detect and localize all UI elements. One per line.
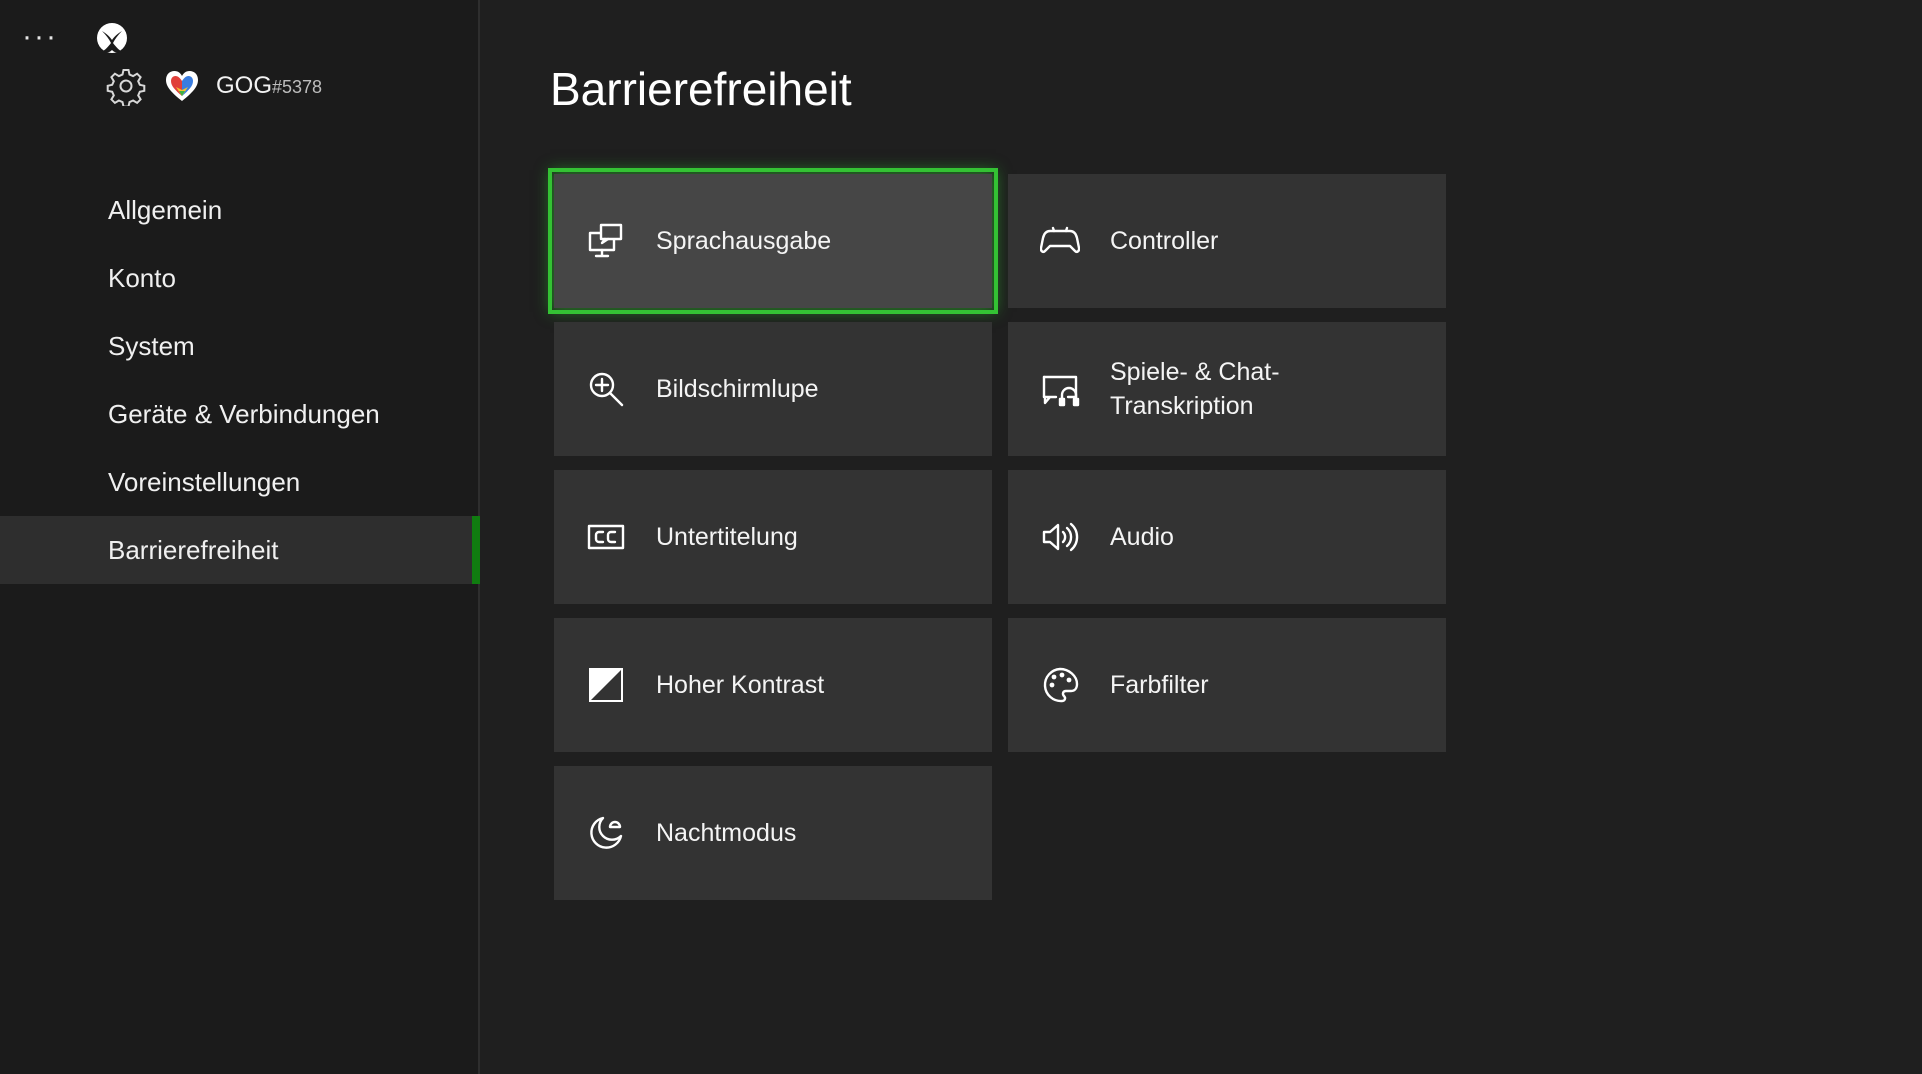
gamertag[interactable]: GOG#5378 [216, 72, 322, 100]
tile-label: Untertitelung [656, 523, 798, 551]
magnifier-icon [589, 372, 624, 407]
speaker-icon [1042, 522, 1079, 552]
sidebar-item-geraete-verbindungen[interactable]: Geräte & Verbindungen [0, 380, 478, 448]
high-contrast-icon [589, 668, 623, 702]
sidebar-item-voreinstellungen[interactable]: Voreinstellungen [0, 448, 478, 516]
tile-label: Audio [1110, 523, 1174, 551]
sidebar-item-label: Barrierefreiheit [108, 534, 279, 565]
xbox-logo-icon[interactable] [96, 22, 128, 54]
tile-audio[interactable]: Audio [1008, 470, 1446, 604]
tile-label: Spiele- & Chat- Transkription [1110, 358, 1280, 420]
tile-label: Nachtmodus [656, 819, 797, 847]
sidebar-item-label: Konto [108, 262, 176, 293]
chat-transcription-icon [1042, 375, 1080, 407]
sidebar-item-label: Allgemein [108, 194, 223, 225]
gamertag-name: GOG [216, 72, 273, 99]
settings-app: ··· GOG#5378 Allgemein Konto System Gerä… [0, 0, 1922, 1074]
sidebar-item-allgemein[interactable]: Allgemein [0, 176, 478, 244]
sidebar: ··· GOG#5378 Allgemein Konto System Gerä… [0, 0, 480, 1074]
settings-gear-icon [106, 69, 146, 106]
profile-row: GOG#5378 [106, 64, 322, 108]
page-title: Barrierefreiheit [550, 63, 852, 115]
accessibility-tile-grid: Sprachausgabe Controller Bildschirmlupe [548, 168, 1446, 900]
sidebar-item-konto[interactable]: Konto [0, 244, 478, 312]
main-content: Barrierefreiheit Sprachausgabe Controlle… [480, 0, 1922, 1074]
tile-spiele-chat-transkription[interactable]: Spiele- & Chat- Transkription [1008, 322, 1446, 456]
tile-label: Bildschirmlupe [656, 375, 819, 403]
tile-sprachausgabe[interactable]: Sprachausgabe [548, 168, 998, 314]
tile-farbfilter[interactable]: Farbfilter [1008, 618, 1446, 752]
tile-label: Farbfilter [1110, 671, 1209, 699]
controller-icon [1040, 226, 1080, 253]
tile-untertitelung[interactable]: Untertitelung [554, 470, 992, 604]
night-mode-icon [590, 816, 623, 849]
more-options-button[interactable]: ··· [22, 22, 58, 52]
tile-label: Sprachausgabe [656, 227, 832, 255]
sidebar-item-label: System [108, 330, 195, 361]
sidebar-item-barrierefreiheit[interactable]: Barrierefreiheit [0, 516, 480, 584]
tile-controller[interactable]: Controller [1008, 174, 1446, 308]
color-palette-icon [1043, 667, 1079, 703]
narrator-icon [588, 223, 623, 258]
avatar-heart-icon [166, 71, 198, 101]
sidebar-item-label: Geräte & Verbindungen [108, 398, 380, 429]
sidebar-nav: Allgemein Konto System Geräte & Verbindu… [0, 176, 480, 584]
sidebar-item-label: Voreinstellungen [108, 466, 301, 497]
tile-bildschirmlupe[interactable]: Bildschirmlupe [554, 322, 992, 456]
tile-label: Controller [1110, 227, 1219, 255]
tile-hoher-kontrast[interactable]: Hoher Kontrast [554, 618, 992, 752]
tile-nachtmodus[interactable]: Nachtmodus [554, 766, 992, 900]
sidebar-item-system[interactable]: System [0, 312, 478, 380]
gamertag-suffix: #5378 [272, 77, 323, 97]
closed-captions-icon [587, 524, 625, 550]
tile-label: Hoher Kontrast [656, 671, 825, 699]
